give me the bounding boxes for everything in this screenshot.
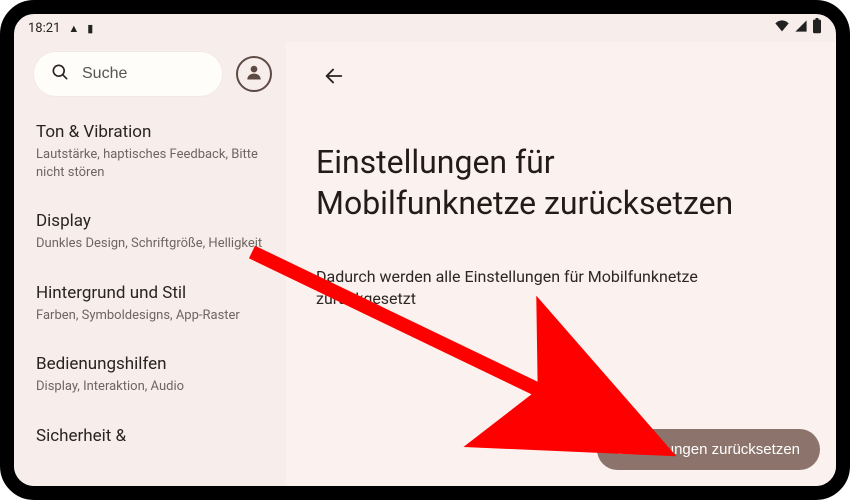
search-field[interactable] bbox=[34, 52, 222, 96]
sidebar-item-label: Display bbox=[36, 211, 270, 231]
signal-icon bbox=[794, 19, 808, 37]
sidebar-item-subtitle: Farben, Symboldesigns, App-Raster bbox=[36, 307, 270, 325]
settings-nav-list: Ton & Vibration Lautstärke, haptisches F… bbox=[34, 116, 272, 456]
search-input[interactable] bbox=[82, 65, 206, 83]
back-button[interactable] bbox=[316, 60, 352, 96]
page-title: Einstellungen für Mobilfunknetze zurücks… bbox=[316, 142, 736, 224]
sidebar-item-subtitle: Display, Interaktion, Audio bbox=[36, 378, 270, 396]
page-description: Dadurch werden alle Einstellungen für Mo… bbox=[316, 266, 736, 311]
arrow-left-icon bbox=[323, 65, 345, 91]
search-icon bbox=[50, 62, 70, 86]
sidebar-item-label: Ton & Vibration bbox=[36, 122, 270, 142]
sidebar-item-sound[interactable]: Ton & Vibration Lautstärke, haptisches F… bbox=[34, 116, 272, 187]
notification-icon-1: ▲ bbox=[68, 22, 79, 35]
reset-settings-button[interactable]: Einstellungen zurücksetzen bbox=[597, 429, 820, 470]
battery-icon bbox=[812, 18, 822, 38]
sidebar-item-subtitle: Dunkles Design, Schriftgröße, Helligkeit bbox=[36, 235, 270, 253]
sidebar-item-label: Hintergrund und Stil bbox=[36, 283, 270, 303]
tablet-frame: 18:21 ▲ ▮ bbox=[0, 0, 850, 500]
person-icon bbox=[244, 62, 264, 86]
sidebar-item-security[interactable]: Sicherheit & bbox=[34, 420, 272, 456]
sidebar-item-accessibility[interactable]: Bedienungshilfen Display, Interaktion, A… bbox=[34, 348, 272, 402]
sidebar-item-label: Sicherheit & bbox=[36, 426, 270, 446]
account-avatar-button[interactable] bbox=[236, 56, 272, 92]
notification-icon-2: ▮ bbox=[87, 22, 93, 35]
settings-sidebar: Ton & Vibration Lautstärke, haptisches F… bbox=[14, 42, 286, 486]
sidebar-item-display[interactable]: Display Dunkles Design, Schriftgröße, He… bbox=[34, 205, 272, 259]
sidebar-item-wallpaper[interactable]: Hintergrund und Stil Farben, Symboldesig… bbox=[34, 277, 272, 331]
sidebar-item-label: Bedienungshilfen bbox=[36, 354, 270, 374]
status-time: 18:21 bbox=[28, 21, 60, 36]
sidebar-item-subtitle: Lautstärke, haptisches Feedback, Bitte n… bbox=[36, 146, 270, 181]
wifi-icon bbox=[774, 19, 790, 37]
main-panel: Einstellungen für Mobilfunknetze zurücks… bbox=[286, 42, 836, 486]
status-bar: 18:21 ▲ ▮ bbox=[14, 14, 836, 42]
